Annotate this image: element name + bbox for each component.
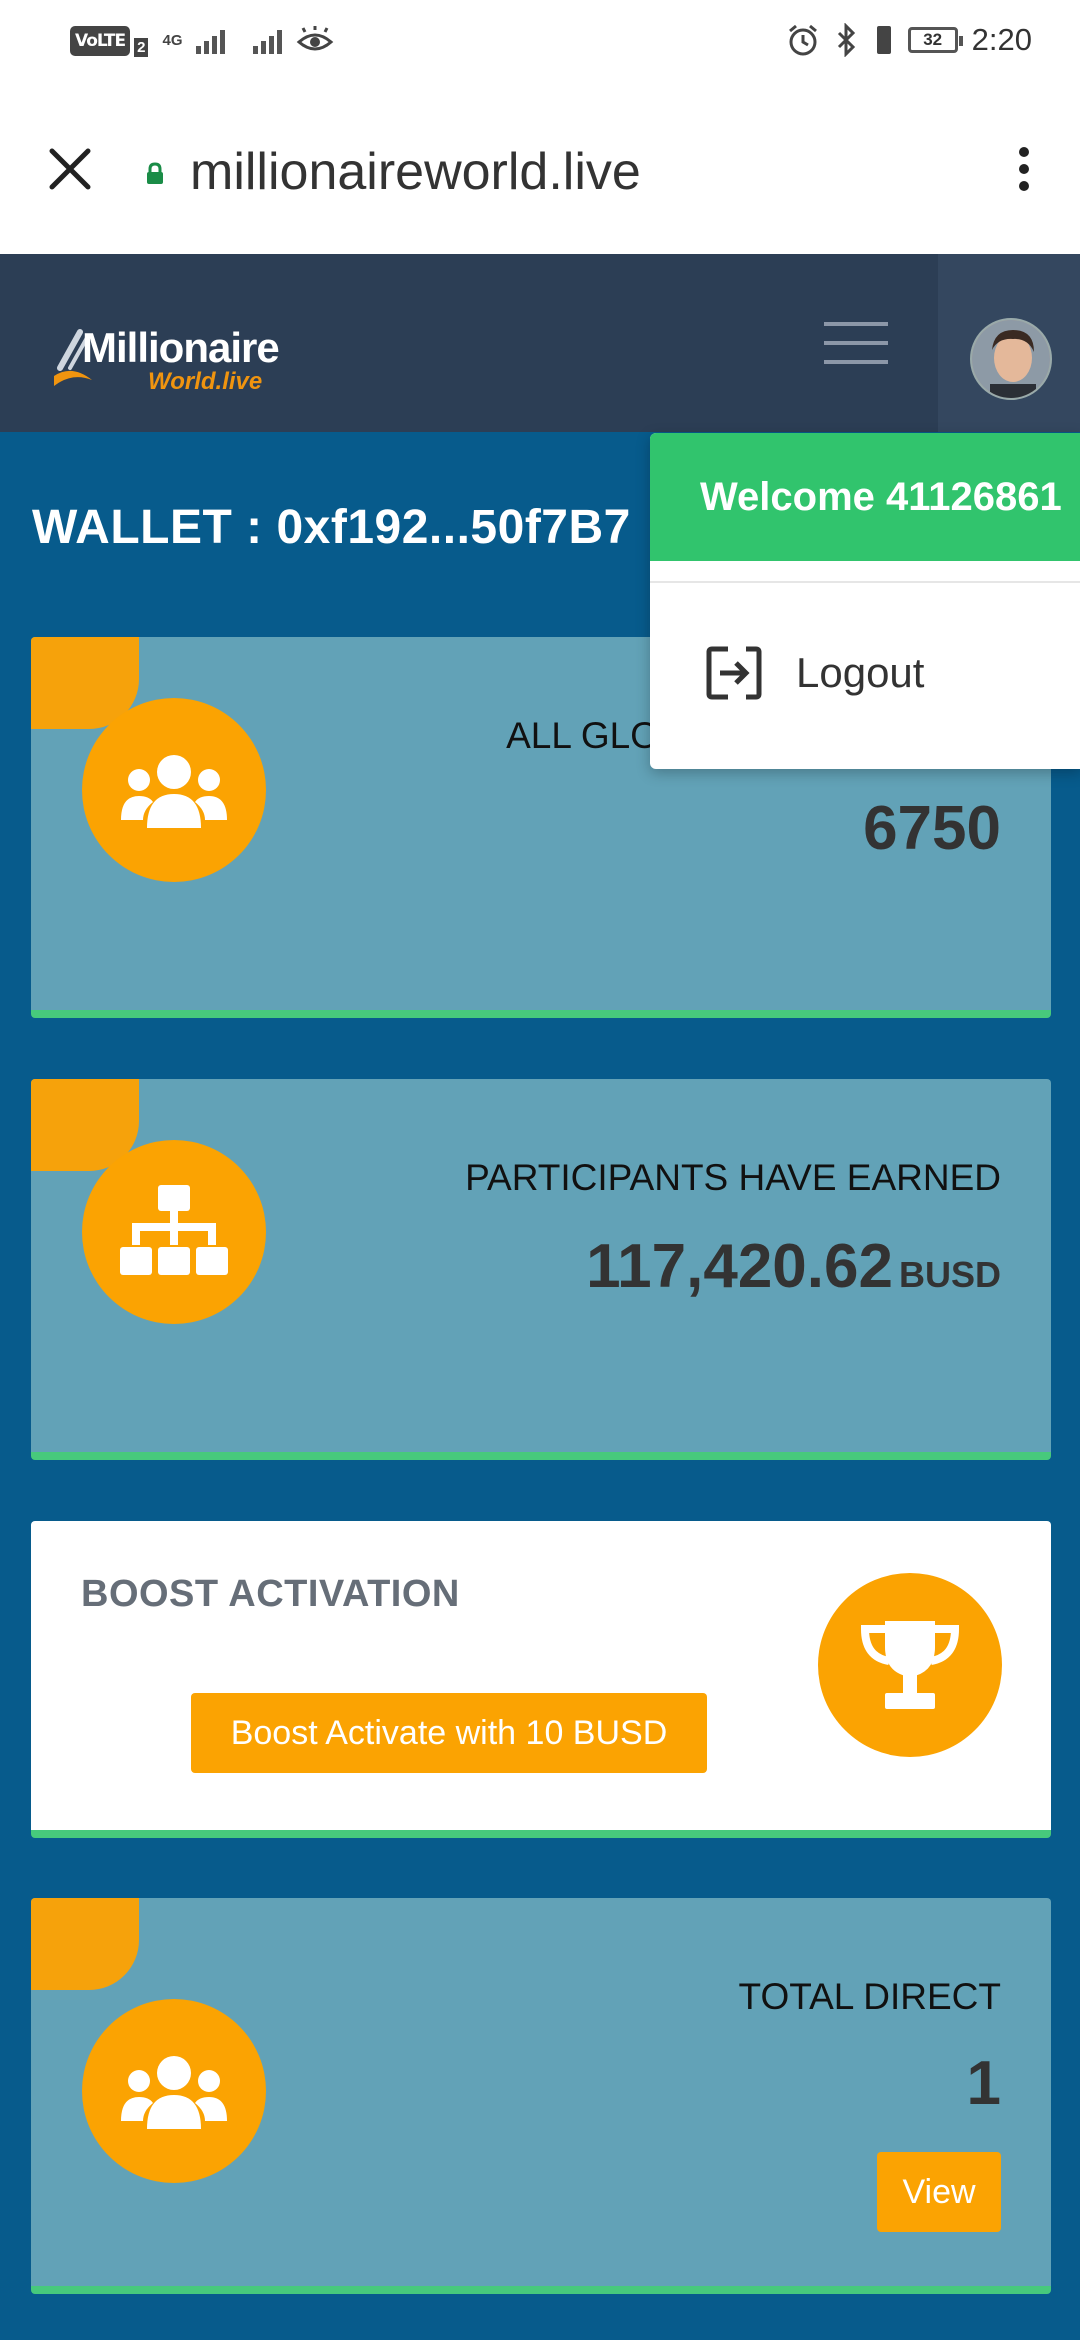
avatar-image	[972, 320, 1050, 398]
logo-main-text: Millionaire	[82, 324, 280, 371]
total-direct-title: TOTAL DIRECT	[738, 1976, 1001, 2017]
battery-icon: 32	[907, 27, 963, 53]
url-bar[interactable]: millionaireworld.live	[190, 142, 641, 202]
site-logo[interactable]: Millionaire World.live	[52, 324, 302, 398]
battery-level: 32	[923, 30, 943, 49]
avatar[interactable]	[970, 318, 1052, 400]
status-bar: VoLTE 2 4G 32 2:20	[0, 0, 1080, 92]
total-direct-card: TOTAL DIRECT 1 View	[31, 1898, 1051, 2294]
status-left: VoLTE 2 4G	[70, 24, 334, 57]
logout-menu-item[interactable]: Logout	[706, 645, 924, 701]
boost-activation-card: BOOST ACTIVATION Boost Activate with 10 …	[31, 1521, 1051, 1838]
wallet-address: WALLET : 0xf192...50f7B7	[32, 501, 631, 554]
boost-activation-title: BOOST ACTIVATION	[81, 1573, 460, 1615]
trophy-icon	[860, 1621, 960, 1709]
volte-indicator: VoLTE	[70, 25, 131, 56]
browser-bar: millionaireworld.live	[0, 92, 1080, 254]
alarm-icon	[788, 24, 817, 56]
global-participants-icon-circle	[82, 698, 266, 882]
dropdown-divider	[650, 581, 1080, 583]
logo-sub-text: World.live	[148, 368, 263, 395]
user-dropdown-menu: Welcome 41126861 Logout	[650, 433, 1080, 769]
status-right: 32 2:20	[786, 22, 1032, 58]
sim-indicator: 2	[134, 38, 149, 57]
users-icon	[121, 2056, 227, 2129]
status-time: 2:20	[971, 22, 1032, 57]
boost-icon-circle	[818, 1573, 1002, 1757]
site-navbar: Millionaire World.live	[0, 254, 1080, 432]
users-icon	[121, 755, 227, 828]
logout-icon	[706, 646, 762, 700]
view-direct-button[interactable]: View	[877, 2152, 1001, 2232]
participants-earned-card: PARTICIPANTS HAVE EARNED 117,420.62 BUSD	[31, 1079, 1051, 1460]
logout-label: Logout	[796, 649, 925, 696]
eye-icon	[297, 25, 334, 50]
participants-earned-amount: 117,420.62	[586, 1232, 893, 1301]
participants-earned-title: PARTICIPANTS HAVE EARNED	[465, 1157, 1001, 1198]
vibrate-icon	[876, 26, 891, 54]
global-participants-value: 6750	[863, 794, 1001, 863]
close-icon[interactable]	[46, 145, 94, 193]
total-direct-value: 1	[966, 2049, 1001, 2118]
boost-activate-button[interactable]: Boost Activate with 10 BUSD	[191, 1693, 707, 1773]
signal-icon	[196, 28, 226, 54]
more-vert-icon[interactable]	[1014, 146, 1034, 192]
network-type: 4G	[162, 32, 183, 49]
participants-earned-unit: BUSD	[898, 1254, 1001, 1295]
signal-icon	[253, 28, 283, 54]
total-direct-icon-circle	[82, 1999, 266, 2183]
hamburger-menu-icon[interactable]	[824, 322, 888, 366]
participants-earned-icon-circle	[82, 1140, 266, 1324]
sitemap-icon	[120, 1185, 228, 1275]
welcome-header: Welcome 41126861	[650, 433, 1080, 561]
lock-icon	[147, 162, 163, 184]
card-corner-tab	[31, 1898, 139, 1990]
user-menu-toggle[interactable]	[938, 254, 1080, 432]
bluetooth-icon	[837, 23, 855, 57]
participants-earned-value: 117,420.62 BUSD	[586, 1231, 1001, 1302]
